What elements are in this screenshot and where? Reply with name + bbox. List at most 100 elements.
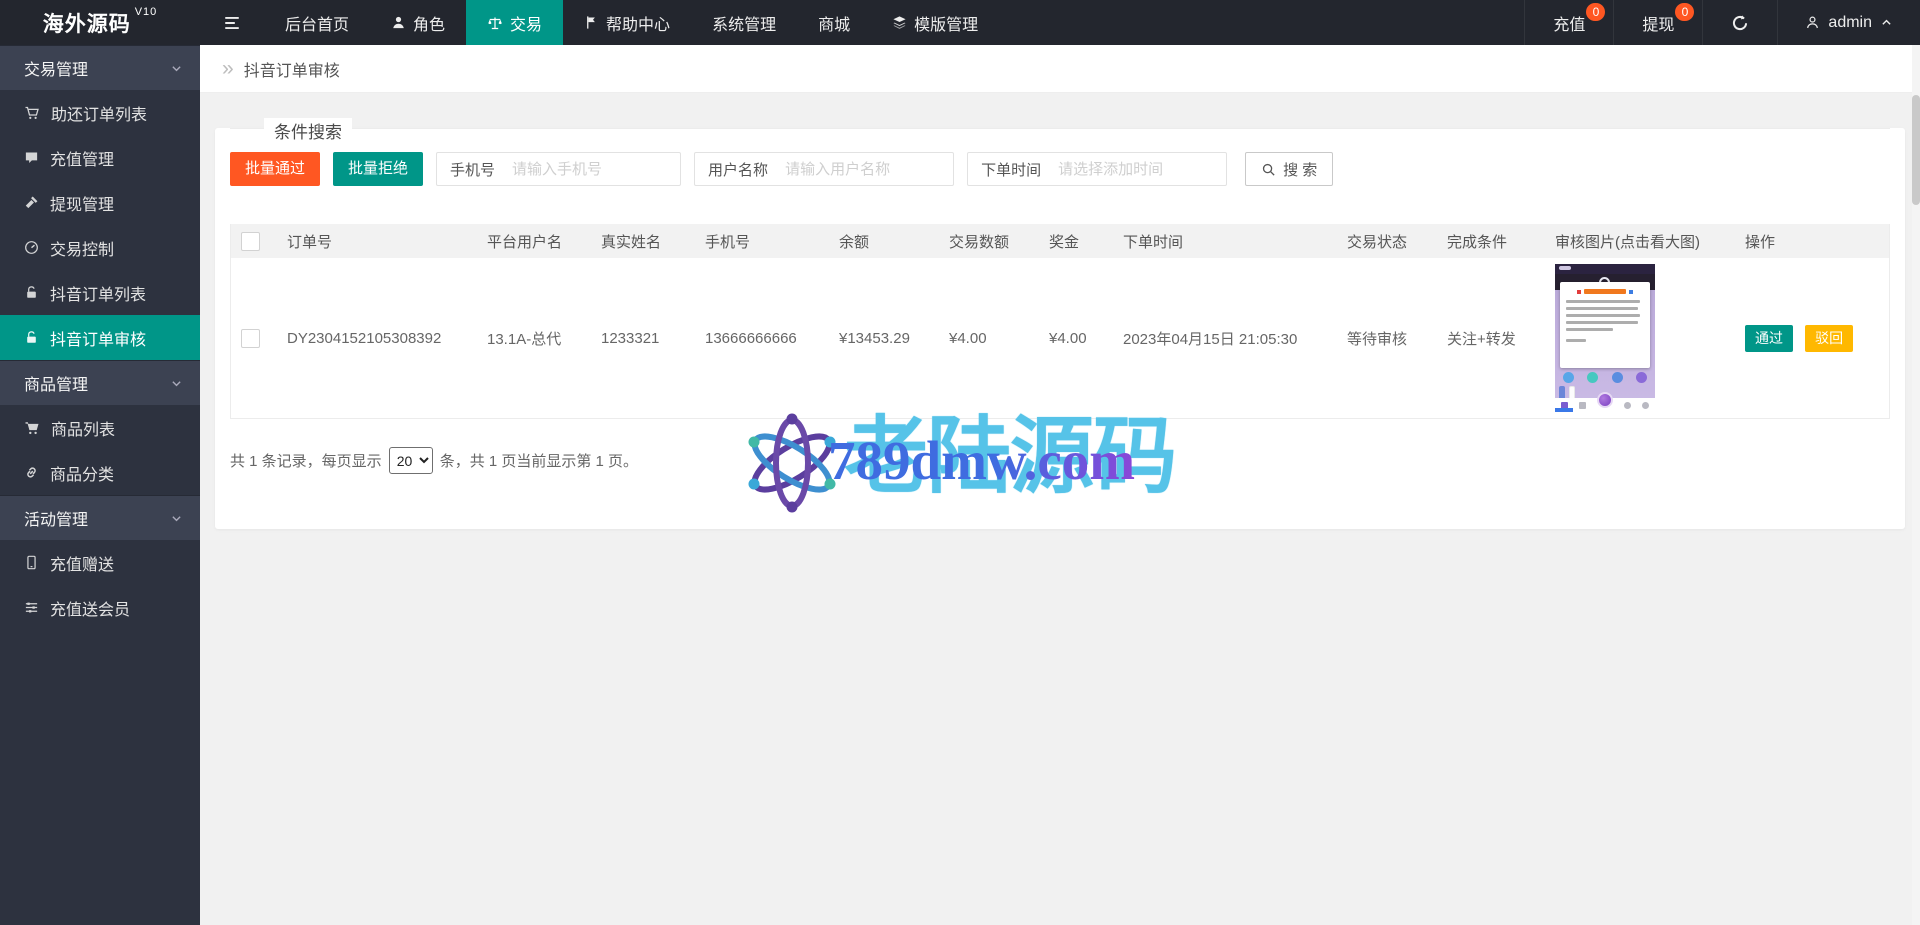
cart-icon bbox=[24, 420, 40, 436]
cell-condition: 关注+转发 bbox=[1437, 258, 1545, 418]
search-fieldset: 条件搜索 bbox=[230, 128, 1890, 129]
sidebar-item-withdraw-mgmt[interactable]: 提现管理 bbox=[0, 180, 200, 225]
order-time-field-label: 下单时间 bbox=[968, 159, 1054, 180]
filter-toolbar: 批量通过 批量拒绝 手机号 用户名称 下单时间 搜 索 bbox=[230, 152, 1890, 186]
unlock-icon bbox=[24, 330, 39, 345]
sidebar-item-assist-orders[interactable]: 助还订单列表 bbox=[0, 90, 200, 135]
cell-status: 等待审核 bbox=[1337, 258, 1437, 418]
col-trade-amount: 交易数额 bbox=[939, 224, 1039, 258]
thumb-icon-row bbox=[1563, 372, 1647, 383]
page-size-select[interactable]: 20 bbox=[389, 447, 433, 474]
cart-icon bbox=[24, 105, 40, 121]
scales-icon bbox=[487, 15, 503, 31]
table-header-row: 订单号 平台用户名 真实姓名 手机号 余额 交易数额 奖金 下单时间 交易状态 … bbox=[231, 224, 1889, 258]
sidebar-item-douyin-orders[interactable]: 抖音订单列表 bbox=[0, 270, 200, 315]
cell-real-name: 1233321 bbox=[591, 258, 695, 418]
withdraw-link[interactable]: 提现 0 bbox=[1613, 0, 1702, 45]
table-row: DY2304152105308392 13.1A-总代 1233321 1366… bbox=[231, 258, 1889, 418]
col-real-name: 真实姓名 bbox=[591, 224, 695, 258]
top-navbar: 海外源码 V10 后台首页 角色 交易 帮助中心 系统管理 商城 模版 bbox=[0, 0, 1920, 45]
col-review-image: 审核图片(点击看大图) bbox=[1545, 224, 1735, 258]
order-time-field-group: 下单时间 bbox=[967, 152, 1227, 186]
username-field-group: 用户名称 bbox=[694, 152, 954, 186]
sidebar-item-recharge-membership[interactable]: 充值送会员 bbox=[0, 585, 200, 630]
nav-item-home[interactable]: 后台首页 bbox=[264, 0, 370, 45]
message-icon bbox=[24, 150, 39, 165]
col-status: 交易状态 bbox=[1337, 224, 1437, 258]
pagination: 共 1 条记录，每页显示 20 条，共 1 页当前显示第 1 页。 bbox=[230, 447, 1890, 474]
hamburger-icon bbox=[223, 14, 241, 32]
cell-actions: 通过 驳回 bbox=[1735, 258, 1889, 418]
reject-button[interactable]: 驳回 bbox=[1805, 325, 1853, 352]
batch-reject-button[interactable]: 批量拒绝 bbox=[333, 152, 423, 186]
select-all-checkbox[interactable] bbox=[241, 232, 260, 251]
nav-item-trade[interactable]: 交易 bbox=[466, 0, 563, 45]
cell-balance: ¥13453.29 bbox=[829, 258, 939, 418]
order-time-input[interactable] bbox=[1054, 154, 1226, 184]
gauge-icon bbox=[24, 240, 39, 255]
cell-trade-amount: ¥4.00 bbox=[939, 258, 1039, 418]
phone-input[interactable] bbox=[508, 154, 680, 184]
sidebar-item-goods-categories[interactable]: 商品分类 bbox=[0, 450, 200, 495]
scrollbar-track[interactable] bbox=[1912, 45, 1920, 925]
navbar-right: 充值 0 提现 0 admin bbox=[1524, 0, 1920, 45]
chevron-down-icon bbox=[170, 512, 183, 525]
sidebar-item-goods-list[interactable]: 商品列表 bbox=[0, 405, 200, 450]
sidebar-item-recharge-gift[interactable]: 充值赠送 bbox=[0, 540, 200, 585]
scrollbar-thumb[interactable] bbox=[1912, 95, 1920, 205]
cell-bonus: ¥4.00 bbox=[1039, 258, 1113, 418]
username-input[interactable] bbox=[781, 154, 953, 184]
app-logo-text: 海外源码 bbox=[43, 8, 131, 38]
thumb-statusbar bbox=[1555, 264, 1655, 274]
double-chevron-right-icon: » bbox=[222, 58, 234, 79]
breadcrumb: » 抖音订单审核 bbox=[200, 45, 1920, 93]
sidebar-group-trade[interactable]: 交易管理 bbox=[0, 45, 200, 90]
cell-phone: 13666666666 bbox=[695, 258, 829, 418]
nav-item-system[interactable]: 系统管理 bbox=[691, 0, 797, 45]
nav-item-templates[interactable]: 模版管理 bbox=[871, 0, 999, 45]
sliders-icon bbox=[24, 600, 39, 615]
col-order-no: 订单号 bbox=[277, 224, 477, 258]
sidebar-item-douyin-review[interactable]: 抖音订单审核 bbox=[0, 315, 200, 360]
refresh-icon bbox=[1731, 14, 1749, 32]
cell-review-image bbox=[1545, 258, 1735, 418]
col-balance: 余额 bbox=[829, 224, 939, 258]
username: admin bbox=[1828, 14, 1872, 32]
search-legend: 条件搜索 bbox=[264, 118, 352, 143]
username-field-label: 用户名称 bbox=[695, 159, 781, 180]
pagination-suffix: 条，共 1 页当前显示第 1 页。 bbox=[440, 450, 638, 471]
phone-field-group: 手机号 bbox=[436, 152, 681, 186]
sidebar: 交易管理 助还订单列表 充值管理 提现管理 交易控制 抖音订单列表 bbox=[0, 45, 200, 925]
nav-item-help-center[interactable]: 帮助中心 bbox=[563, 0, 691, 45]
refresh-button[interactable] bbox=[1702, 0, 1777, 45]
cell-order-no: DY2304152105308392 bbox=[277, 258, 477, 418]
sidebar-group-activities[interactable]: 活动管理 bbox=[0, 495, 200, 540]
user-icon bbox=[391, 15, 406, 30]
chevron-down-icon bbox=[170, 377, 183, 390]
sidebar-item-recharge-mgmt[interactable]: 充值管理 bbox=[0, 135, 200, 180]
unlock-icon bbox=[24, 285, 39, 300]
approve-button[interactable]: 通过 bbox=[1745, 325, 1793, 352]
gavel-icon bbox=[24, 195, 39, 210]
user-menu[interactable]: admin bbox=[1777, 0, 1920, 45]
cell-order-time: 2023年04月15日 21:05:30 bbox=[1113, 258, 1337, 418]
row-checkbox[interactable] bbox=[241, 329, 260, 348]
nav-item-mall[interactable]: 商城 bbox=[797, 0, 871, 45]
sidebar-group-goods[interactable]: 商品管理 bbox=[0, 360, 200, 405]
layers-icon bbox=[892, 15, 907, 30]
pagination-prefix: 共 1 条记录，每页显示 bbox=[230, 450, 382, 471]
page-title: 抖音订单审核 bbox=[244, 57, 340, 81]
sidebar-item-trade-control[interactable]: 交易控制 bbox=[0, 225, 200, 270]
search-button[interactable]: 搜 索 bbox=[1245, 152, 1333, 186]
col-actions: 操作 bbox=[1735, 224, 1889, 258]
col-bonus: 奖金 bbox=[1039, 224, 1113, 258]
phone-field-label: 手机号 bbox=[437, 159, 508, 180]
nav-item-roles[interactable]: 角色 bbox=[370, 0, 466, 45]
review-image-thumbnail[interactable] bbox=[1555, 264, 1655, 412]
content-card: 条件搜索 批量通过 批量拒绝 手机号 用户名称 下单时间 搜 索 bbox=[215, 128, 1905, 529]
batch-approve-button[interactable]: 批量通过 bbox=[230, 152, 320, 186]
col-platform-user: 平台用户名 bbox=[477, 224, 591, 258]
recharge-link[interactable]: 充值 0 bbox=[1524, 0, 1613, 45]
chevron-up-icon bbox=[1880, 16, 1893, 29]
menu-toggle-button[interactable] bbox=[200, 0, 264, 45]
